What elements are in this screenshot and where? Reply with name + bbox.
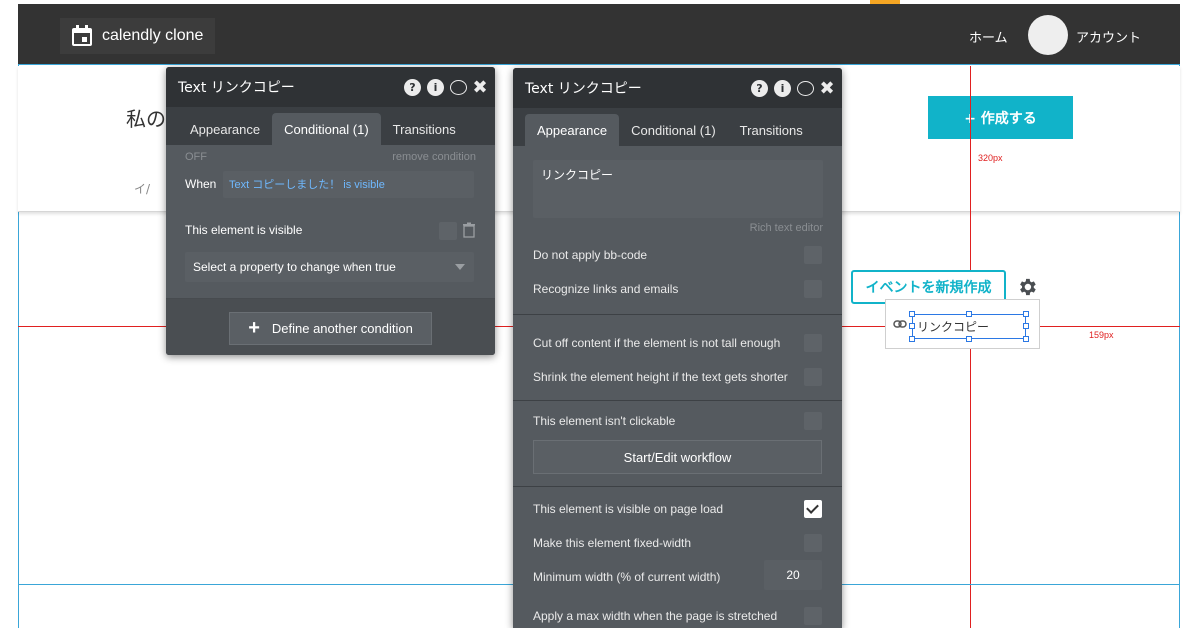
resize-handle[interactable]	[1023, 323, 1029, 329]
option-bbcode-label: Do not apply bb-code	[533, 248, 648, 262]
panel-title: Text リンクコピー	[178, 80, 295, 96]
visible-load-checkbox[interactable]	[804, 500, 822, 518]
tab-appearance[interactable]: Appearance	[525, 114, 620, 146]
resize-handle[interactable]	[909, 336, 915, 342]
resize-handle[interactable]	[909, 323, 915, 329]
bbcode-checkbox[interactable]	[804, 246, 822, 264]
page-subtext: イ/	[134, 182, 151, 196]
links-checkbox[interactable]	[804, 280, 822, 298]
condition-property-label: This element is visible	[185, 223, 303, 237]
logo-text: calendly clone	[102, 27, 204, 44]
panel-title: Text リンクコピー	[525, 81, 642, 97]
rich-text-editor-link[interactable]: Rich text editor	[750, 222, 823, 234]
tab-conditional[interactable]: Conditional (1)	[619, 114, 728, 146]
close-icon[interactable]: ✖	[472, 77, 487, 98]
option-max-width-label: Apply a max width when the page is stret…	[533, 609, 778, 623]
when-label: When	[185, 177, 217, 191]
comment-icon[interactable]	[450, 79, 467, 95]
create-button[interactable]: + 作成する	[928, 96, 1073, 139]
property-select[interactable]: Select a property to change when true	[185, 252, 474, 282]
tab-transitions[interactable]: Transitions	[728, 114, 815, 146]
comment-icon[interactable]	[797, 80, 814, 96]
tab-transitions[interactable]: Transitions	[381, 113, 468, 145]
max-width-checkbox[interactable]	[804, 607, 822, 625]
text-content-editor[interactable]: リンクコピー	[533, 160, 823, 218]
calendar-icon	[72, 25, 92, 46]
workflow-button[interactable]: Start/Edit workflow	[533, 440, 822, 474]
shrink-checkbox[interactable]	[804, 368, 822, 386]
page-heading: 私の	[126, 107, 166, 131]
distance-label-320: 320px	[978, 153, 1003, 163]
nav-account-link[interactable]: アカウント	[1076, 27, 1141, 46]
panel-header[interactable]: Text リンクコピー ? i ✖	[513, 68, 842, 108]
property-editor-appearance: Text リンクコピー ? i ✖ Appearance Conditional…	[513, 68, 842, 628]
option-cutoff-label: Cut off content if the element is not ta…	[533, 336, 781, 350]
when-expression-field[interactable]: Text コピーしました！ is visible	[223, 171, 474, 198]
divider	[513, 314, 842, 315]
define-condition-button[interactable]: + Define another condition	[229, 312, 432, 345]
option-clickable-label: This element isn't clickable	[533, 414, 676, 428]
option-shrink-label: Shrink the element height if the text ge…	[533, 370, 788, 384]
logo[interactable]: calendly clone	[60, 18, 216, 54]
property-editor-conditional: Text リンクコピー ? i ✖ Appearance Conditional…	[166, 67, 495, 355]
min-width-input[interactable]: 20	[764, 560, 822, 590]
link-icon	[893, 320, 907, 328]
editor-canvas: calendly clone ホーム アカウント 私の イ/ + 作成する 32…	[0, 0, 1200, 628]
info-icon[interactable]: i	[774, 79, 791, 97]
clickable-checkbox[interactable]	[804, 412, 822, 430]
visible-checkbox[interactable]	[439, 222, 457, 240]
tab-conditional[interactable]: Conditional (1)	[272, 113, 381, 145]
divider	[513, 400, 842, 401]
panel-tabs: Appearance Conditional (1) Transitions	[166, 107, 495, 145]
option-visible-load-label: This element is visible on page load	[533, 502, 724, 516]
nav-home-link[interactable]: ホーム	[969, 27, 1008, 46]
gear-icon[interactable]	[1016, 276, 1038, 298]
remove-condition-link[interactable]: remove condition	[392, 151, 476, 163]
resize-handle[interactable]	[1023, 311, 1029, 317]
close-icon[interactable]: ✖	[819, 78, 834, 99]
resize-handle[interactable]	[966, 336, 972, 342]
trash-icon[interactable]	[462, 222, 476, 238]
min-width-label: Minimum width (% of current width)	[533, 570, 721, 584]
define-condition-label: Define another condition	[271, 321, 413, 336]
divider	[513, 486, 842, 487]
help-icon[interactable]: ?	[751, 79, 768, 97]
plus-icon: +	[248, 317, 260, 339]
panel-header[interactable]: Text リンクコピー ? i ✖	[166, 67, 495, 107]
tab-appearance[interactable]: Appearance	[178, 113, 272, 145]
info-icon[interactable]: i	[427, 78, 444, 96]
resize-handle[interactable]	[909, 311, 915, 317]
panel-tabs: Appearance Conditional (1) Transitions	[513, 108, 842, 146]
chevron-down-icon	[455, 264, 465, 270]
avatar[interactable]	[1028, 15, 1068, 55]
option-fixed-width-label: Make this element fixed-width	[533, 536, 692, 550]
help-icon[interactable]: ?	[404, 78, 421, 96]
resize-handle[interactable]	[966, 311, 972, 317]
condition-state: OFF	[185, 151, 207, 163]
fixed-width-checkbox[interactable]	[804, 534, 822, 552]
resize-handle[interactable]	[1023, 336, 1029, 342]
cutoff-checkbox[interactable]	[804, 334, 822, 352]
distance-label-159: 159px	[1089, 330, 1114, 340]
property-select-value: Select a property to change when true	[193, 260, 396, 274]
option-links-label: Recognize links and emails	[533, 282, 679, 296]
